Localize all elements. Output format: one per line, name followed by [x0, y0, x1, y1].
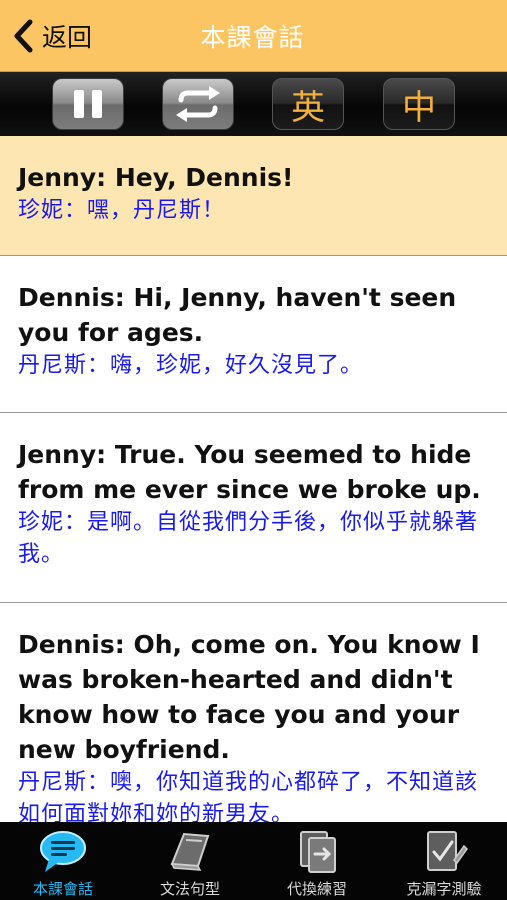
tab-label: 代換練習 [286, 880, 347, 898]
document-swap-icon [300, 831, 336, 873]
chinese-line: 珍妮：嘿，丹尼斯！ [18, 198, 226, 223]
dialogue-row[interactable]: Dennis: Hi, Jenny, haven't seen you for … [0, 256, 507, 413]
english-line: Jenny: True. You seemed to hide from me … [18, 440, 481, 504]
chinese-toggle-button[interactable]: 中 [383, 78, 455, 130]
book-icon [170, 832, 210, 871]
dialogue-row[interactable]: Dennis: Oh, come on. You know I was brok… [0, 603, 507, 822]
tab-label: 文法句型 [159, 880, 220, 898]
dialogue-row[interactable]: Jenny: True. You seemed to hide from me … [0, 413, 507, 603]
page-title: 本課會話 [200, 23, 305, 52]
pause-button[interactable] [52, 78, 124, 130]
tab-grammar[interactable]: 文法句型 [127, 822, 253, 900]
tab-label: 本課會話 [32, 880, 93, 898]
dialogue-list[interactable]: Jenny: Hey, Dennis! 珍妮：嘿，丹尼斯！ Dennis: Hi… [0, 136, 507, 822]
chinese-line: 珍妮：是啊。自從我們分手後，你似乎就躲著我。 [18, 510, 479, 567]
repeat-button[interactable] [162, 78, 234, 130]
tab-label: 克漏字測驗 [406, 880, 482, 898]
dialogue-row[interactable]: Jenny: Hey, Dennis! 珍妮：嘿，丹尼斯！ [0, 136, 507, 256]
chat-bubble-icon [40, 831, 86, 872]
playback-toolbar: 英 中 [0, 72, 507, 136]
tab-substitution-drill[interactable]: 代換練習 [254, 822, 380, 900]
english-line: Dennis: Oh, come on. You know I was brok… [18, 630, 480, 764]
tab-lesson-dialogue[interactable]: 本課會話 [0, 822, 126, 900]
navigation-bar: 返回 本課會話 [0, 0, 507, 72]
pause-icon [74, 90, 102, 118]
tab-bar: 本課會話 文法句型 代換練習 克漏字測驗 [0, 822, 507, 900]
edit-document-icon [427, 831, 468, 871]
repeat-icon [176, 86, 220, 122]
english-line: Jenny: Hey, Dennis! [18, 163, 294, 192]
english-toggle-button[interactable]: 英 [272, 78, 344, 130]
chinese-line: 丹尼斯：嗨，珍妮，好久沒見了。 [18, 353, 364, 378]
tab-cloze-test[interactable]: 克漏字測驗 [381, 822, 507, 900]
english-line: Dennis: Hi, Jenny, haven't seen you for … [18, 283, 457, 347]
chinese-line: 丹尼斯：噢，你知道我的心都碎了，不知道該如何面對妳和妳的新男友。 [18, 770, 479, 822]
